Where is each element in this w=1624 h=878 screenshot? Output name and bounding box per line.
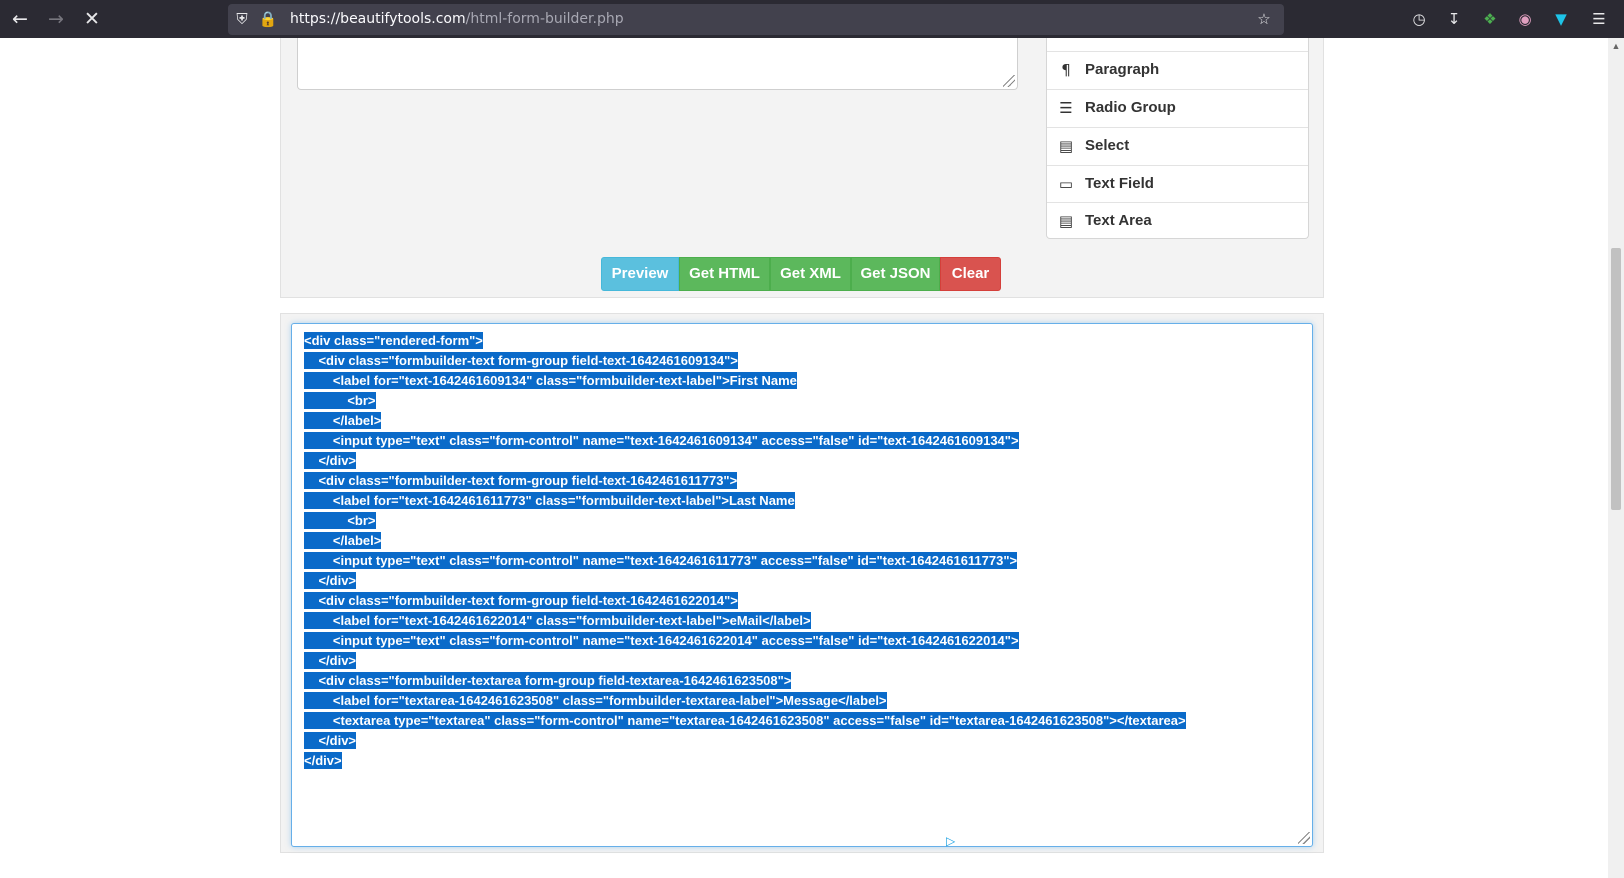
code-line: </div> [304,571,1186,591]
clear-button[interactable]: Clear [940,257,1001,291]
ad-choices-icon[interactable]: ▷ [946,834,955,848]
control-paragraph[interactable]: ¶ Paragraph [1047,51,1308,89]
control-select[interactable]: ▤ Select [1047,127,1308,165]
form-builder-panel: ¶ Paragraph ☰ Radio Group ▤ Select ▭ Tex… [280,38,1324,298]
code-line-text: <div class="formbuilder-textarea form-gr… [304,672,792,689]
scroll-up-icon[interactable]: ▲ [1610,38,1622,54]
paragraph-icon: ¶ [1061,61,1071,79]
resize-grip-icon[interactable] [1298,832,1310,844]
code-line: </div> [304,651,1186,671]
lock-icon[interactable]: 🔒 [258,9,278,29]
control-label: Paragraph [1085,61,1160,78]
code-line-text: <div class="formbuilder-text form-group … [304,592,738,609]
get-json-button[interactable]: Get JSON [851,257,940,291]
code-line-text: <label for="text-1642461611773" class="f… [304,492,795,509]
code-line-text: <input type="text" class="form-control" … [304,552,1018,569]
control-text-field[interactable]: ▭ Text Field [1047,165,1308,203]
code-line-text: <label for="textarea-1642461623508" clas… [304,692,887,709]
url-path: /html-form-builder.php [465,11,624,27]
code-line-text: </div> [304,452,357,469]
code-line-text: </div> [304,732,357,749]
code-line-text: </div> [304,572,357,589]
code-line: <textarea type="textarea" class="form-co… [304,711,1186,731]
download-icon[interactable]: ↧ [1444,9,1464,29]
code-line-text: <input type="text" class="form-control" … [304,432,1019,449]
code-line: <div class="formbuilder-text form-group … [304,471,1186,491]
action-button-group: Preview Get HTML Get XML Get JSON Clear [601,257,1001,291]
get-xml-button[interactable]: Get XML [770,257,851,291]
code-line-text: </label> [304,532,382,549]
radio-group-icon: ☰ [1059,99,1073,117]
code-line: <label for="text-1642461622014" class="f… [304,611,1186,631]
forward-icon[interactable]: → [43,6,69,32]
code-line: <input type="text" class="form-control" … [304,551,1186,571]
code-line: </div> [304,731,1186,751]
code-line: <label for="text-1642461611773" class="f… [304,491,1186,511]
code-line: <br> [304,511,1186,531]
control-text-area[interactable]: ▤ Text Area [1047,202,1308,240]
page-scrollbar[interactable]: ▲ [1608,38,1624,878]
extension-icon[interactable]: ❖ [1480,9,1500,29]
code-line-text: <input type="text" class="form-control" … [304,632,1019,649]
url-bar[interactable]: ⛨ 🔒 https://beautifytools.com/html-form-… [228,4,1284,35]
code-line-text: <br> [304,392,376,409]
resize-grip-icon[interactable] [1003,75,1015,87]
code-line-text: </div> [304,652,357,669]
code-line-text: <label for="text-1642461622014" class="f… [304,612,811,629]
stop-loading-icon[interactable]: ✕ [79,6,105,32]
code-line: <br> [304,391,1186,411]
control-label: Radio Group [1085,99,1176,116]
get-html-button[interactable]: Get HTML [679,257,770,291]
code-line: <div class="formbuilder-text form-group … [304,591,1186,611]
code-line-text: <div class="formbuilder-text form-group … [304,352,738,369]
bookmark-star-icon[interactable]: ☆ [1254,9,1274,29]
code-line-text: <div class="formbuilder-text form-group … [304,472,738,489]
output-panel: <div class="rendered-form"> <div class="… [280,313,1324,853]
code-line: <label for="textarea-1642461623508" clas… [304,691,1186,711]
text-field-icon: ▭ [1058,175,1074,193]
control-radio-group[interactable]: ☰ Radio Group [1047,89,1308,127]
code-line: <input type="text" class="form-control" … [304,631,1186,651]
scrollbar-thumb[interactable] [1611,248,1621,510]
back-icon[interactable]: ← [7,6,33,32]
output-code: <div class="rendered-form"> <div class="… [304,331,1186,771]
code-line-text: <div class="rendered-form"> [304,332,483,349]
shield-icon[interactable]: ⛨ [232,9,252,29]
code-line-text: </label> [304,412,382,429]
control-label: Text Field [1085,175,1154,192]
code-line: </label> [304,411,1186,431]
pocket-icon[interactable]: ◷ [1409,9,1429,29]
page-content: ¶ Paragraph ☰ Radio Group ▤ Select ▭ Tex… [0,38,1608,878]
code-line: </label> [304,531,1186,551]
code-line-text: <br> [304,512,376,529]
code-line: </div> [304,451,1186,471]
control-label: Text Area [1085,212,1152,229]
browser-toolbar: ← → ✕ ⛨ 🔒 https://beautifytools.com/html… [0,0,1624,38]
code-line-text: <label for="text-1642461609134" class="f… [304,372,797,389]
menu-icon[interactable]: ☰ [1589,9,1609,29]
preview-button[interactable]: Preview [601,257,679,291]
form-stage-area[interactable] [297,38,1018,90]
color-extension-icon[interactable]: ◉ [1515,9,1535,29]
control-list: ¶ Paragraph ☰ Radio Group ▤ Select ▭ Tex… [1046,38,1309,239]
code-line-text: <textarea type="textarea" class="form-co… [304,712,1186,729]
text-area-icon: ▤ [1058,212,1074,230]
code-line: <div class="formbuilder-text form-group … [304,351,1186,371]
code-line: </div> [304,751,1186,771]
code-line: <label for="text-1642461609134" class="f… [304,371,1186,391]
code-line: <div class="formbuilder-textarea form-gr… [304,671,1186,691]
url-text[interactable]: https://beautifytools.com/html-form-buil… [290,4,624,35]
code-line: <div class="rendered-form"> [304,331,1186,351]
vpn-extension-icon[interactable]: ▼ [1551,9,1571,29]
code-line-text: </div> [304,752,342,769]
code-line: <input type="text" class="form-control" … [304,431,1186,451]
control-label: Select [1085,137,1130,154]
url-host: https://beautifytools.com [290,11,466,27]
output-textarea[interactable]: <div class="rendered-form"> <div class="… [291,323,1313,847]
select-icon: ▤ [1058,137,1074,155]
